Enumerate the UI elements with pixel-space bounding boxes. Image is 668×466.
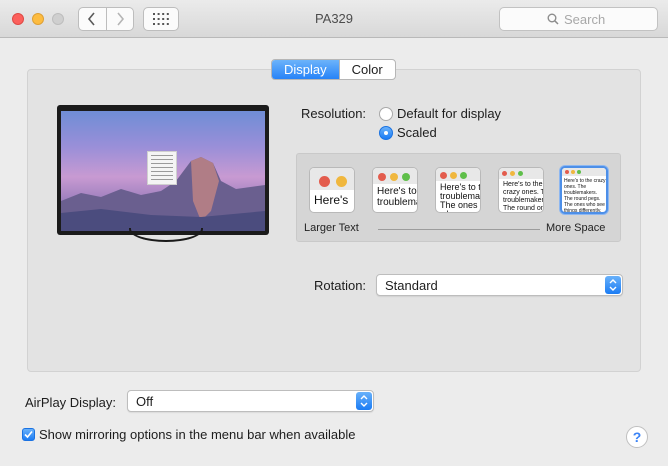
rotation-popup[interactable]: Standard [376,274,623,296]
radio-scaled[interactable] [379,126,393,140]
scaled-label[interactable]: Scaled [397,125,437,140]
scale-option-4[interactable]: Here's to the crazy ones. The troublemak… [498,167,544,213]
scale-slider-track [378,229,540,230]
rotation-value: Standard [385,278,438,293]
document-window-icon [147,151,177,185]
airplay-display-label: AirPlay Display: [25,395,117,410]
monitor-screen [61,111,265,231]
scale-option-3-text: Here's to the troublemakers. The ones wh… [440,182,481,212]
larger-text-label: Larger Text [304,222,359,234]
tab-display[interactable]: Display [272,60,339,79]
more-space-label: More Space [546,222,606,234]
scale-option-2-text: Here's to troublemakers. [377,185,417,208]
updown-chevron-icon [605,276,621,294]
updown-chevron-icon [356,392,372,410]
resolution-label: Resolution: [301,106,367,121]
scale-option-4-text: Here's to the crazy ones. The troublemak… [503,180,544,212]
airplay-display-value: Off [136,394,154,409]
title-bar: PA329 [0,0,668,38]
checkmark-icon [24,430,33,439]
scale-option-1-text: Here's [314,193,349,207]
scale-option-5-selected[interactable]: Here's to the crazy ones. The troublemak… [560,166,608,214]
search-input[interactable] [564,11,610,27]
airplay-display-popup[interactable]: Off [127,390,374,412]
help-button[interactable]: ? [626,426,648,448]
scale-option-5-text: Here's to the crazy ones. The troublemak… [564,177,606,214]
scale-option-3[interactable]: Here's to the troublemakers. The ones wh… [435,167,481,213]
search-icon [547,13,559,25]
mirroring-label[interactable]: Show mirroring options in the menu bar w… [39,427,356,442]
scale-option-2[interactable]: Here's to troublemakers. [372,167,418,213]
scale-option-1[interactable]: Here's [309,167,355,213]
radio-default-for-display[interactable] [379,107,393,121]
mirroring-checkbox[interactable] [22,428,35,441]
rotation-label: Rotation: [314,278,367,293]
search-field[interactable] [499,7,658,31]
tab-color[interactable]: Color [338,60,395,79]
tab-bar: Display Color [271,59,396,80]
monitor-image [57,105,269,235]
default-for-display-label[interactable]: Default for display [397,106,501,121]
